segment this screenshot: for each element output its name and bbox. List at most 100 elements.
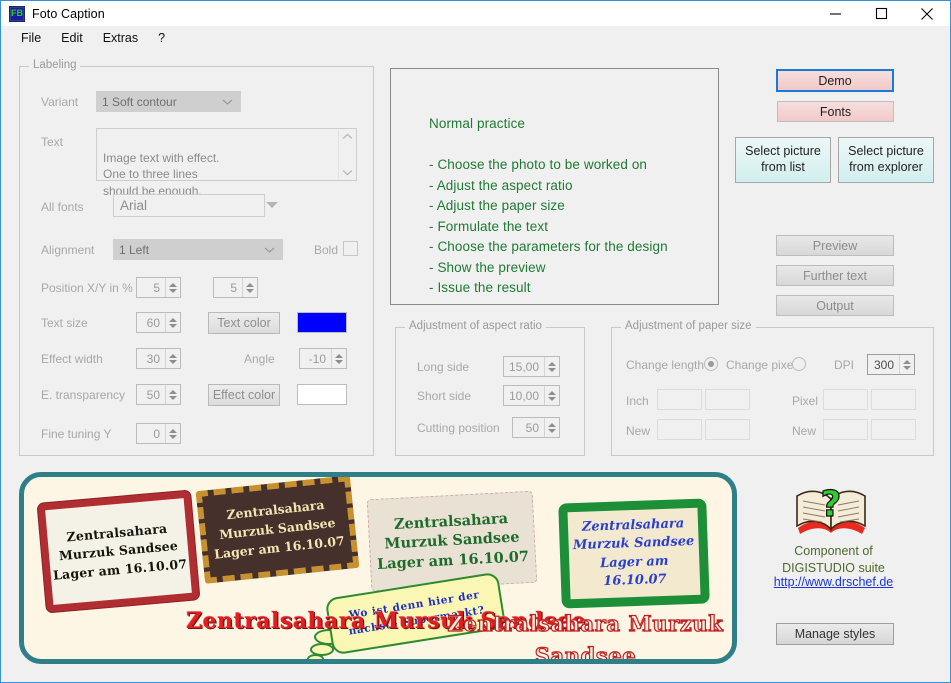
stepper-up-icon[interactable] — [548, 422, 556, 427]
dpi-stepper[interactable]: 300 — [867, 354, 915, 375]
chevron-down-icon[interactable] — [266, 202, 278, 208]
position-x-value: 5 — [153, 280, 160, 295]
change-length-radio[interactable] — [704, 357, 718, 371]
bold-checkbox[interactable] — [343, 241, 358, 256]
change-pixel-radio[interactable] — [792, 357, 806, 371]
stepper-arrows[interactable] — [544, 418, 559, 437]
inch-new-width-input[interactable] — [657, 419, 702, 440]
short-side-stepper[interactable]: 10,00 — [503, 385, 560, 406]
inch-height-input[interactable] — [705, 389, 750, 410]
angle-stepper[interactable]: -10 — [299, 348, 347, 369]
effect-color-button-label: Effect color — [212, 388, 276, 402]
text-color-button[interactable]: Text color — [208, 312, 280, 334]
text-scrollbar[interactable] — [338, 130, 355, 179]
select-picture-from-explorer-button[interactable]: Select picture from explorer — [838, 137, 934, 183]
variant-combo[interactable]: 1 Soft contour — [96, 91, 241, 112]
pixel-label: Pixel — [792, 394, 819, 408]
stepper-down-icon[interactable] — [169, 359, 177, 364]
text-color-button-label: Text color — [217, 316, 271, 330]
banner-card-green-frame: Zentralsahara Murzuk Sandsee Lager am 16… — [558, 498, 710, 609]
long-side-stepper[interactable]: 15,00 — [503, 356, 560, 377]
position-x-stepper[interactable]: 5 — [136, 277, 181, 298]
stepper-down-icon[interactable] — [246, 288, 254, 293]
stepper-up-icon[interactable] — [548, 390, 556, 395]
menu-item-extras[interactable]: Extras — [93, 29, 148, 48]
sample-banner-image[interactable]: Zentralsahara Murzuk Sandsee Lager am 16… — [19, 472, 737, 664]
stepper-down-icon[interactable] — [548, 396, 556, 401]
stepper-arrows[interactable] — [899, 355, 914, 374]
manage-styles-button[interactable]: Manage styles — [776, 623, 894, 645]
text-input[interactable]: Image text with effect. One to three lin… — [96, 128, 357, 198]
pixel-new-height-input[interactable] — [871, 419, 916, 440]
menu-item-edit[interactable]: Edit — [51, 29, 93, 48]
stepper-up-icon[interactable] — [169, 428, 177, 433]
stepper-arrows[interactable] — [165, 385, 180, 404]
stepper-up-icon[interactable] — [246, 282, 254, 287]
select-picture-from-list-button[interactable]: Select picture from list — [735, 137, 831, 183]
menu-item-file[interactable]: File — [11, 29, 51, 48]
minimize-icon[interactable] — [812, 1, 858, 27]
text-size-label: Text size — [41, 316, 88, 330]
stepper-arrows[interactable] — [331, 349, 346, 368]
aspect-ratio-group-title: Adjustment of aspect ratio — [405, 320, 546, 332]
pixel-height-input[interactable] — [871, 389, 916, 410]
cutting-position-stepper[interactable]: 50 — [512, 417, 560, 438]
inch-width-input[interactable] — [657, 389, 702, 410]
stepper-arrows[interactable] — [165, 278, 180, 297]
manage-styles-button-label: Manage styles — [794, 627, 876, 641]
long-side-value: 15,00 — [508, 359, 539, 374]
scroll-up-icon[interactable] — [342, 133, 353, 140]
effect-color-swatch[interactable] — [297, 384, 347, 405]
fonts-button[interactable]: Fonts — [777, 101, 894, 122]
further-text-button[interactable]: Further text — [776, 265, 894, 286]
inch-new-label: New — [626, 424, 651, 438]
stepper-down-icon[interactable] — [335, 359, 343, 364]
app-icon-fb: FB — [9, 5, 25, 22]
stepper-down-icon[interactable] — [169, 434, 177, 439]
speech-bubble-dot-small — [307, 654, 324, 659]
stepper-up-icon[interactable] — [335, 353, 343, 358]
position-y-stepper[interactable]: 5 — [213, 277, 258, 298]
stepper-up-icon[interactable] — [169, 317, 177, 322]
stepper-up-icon[interactable] — [169, 282, 177, 287]
pixel-new-width-input[interactable] — [823, 419, 868, 440]
maximize-icon[interactable] — [858, 1, 904, 27]
effect-transparency-stepper[interactable]: 50 — [136, 384, 181, 405]
font-combo[interactable]: Arial — [113, 194, 265, 217]
stepper-arrows[interactable] — [544, 357, 559, 376]
application-window: FB Foto Caption File Edit Extras ? Label… — [0, 0, 951, 683]
stepper-arrows[interactable] — [165, 313, 180, 332]
stepper-arrows[interactable] — [165, 349, 180, 368]
effect-width-label: Effect width — [41, 352, 103, 366]
text-color-swatch[interactable] — [297, 312, 347, 333]
text-size-stepper[interactable]: 60 — [136, 312, 181, 333]
scroll-down-icon[interactable] — [342, 169, 353, 176]
stepper-arrows[interactable] — [165, 424, 180, 443]
stepper-arrows[interactable] — [242, 278, 257, 297]
stepper-down-icon[interactable] — [548, 428, 556, 433]
stepper-down-icon[interactable] — [548, 367, 556, 372]
effect-width-stepper[interactable]: 30 — [136, 348, 181, 369]
stepper-up-icon[interactable] — [169, 353, 177, 358]
stepper-arrows[interactable] — [544, 386, 559, 405]
output-button[interactable]: Output — [776, 295, 894, 316]
close-icon[interactable] — [904, 1, 950, 27]
position-y-value: 5 — [230, 280, 237, 295]
stepper-up-icon[interactable] — [169, 389, 177, 394]
stepper-up-icon[interactable] — [903, 359, 911, 364]
alignment-combo[interactable]: 1 Left — [113, 239, 283, 260]
stepper-down-icon[interactable] — [903, 365, 911, 370]
inch-new-height-input[interactable] — [705, 419, 750, 440]
menu-item-help[interactable]: ? — [148, 29, 175, 48]
pixel-width-input[interactable] — [823, 389, 868, 410]
stepper-down-icon[interactable] — [169, 323, 177, 328]
stepper-up-icon[interactable] — [548, 361, 556, 366]
stepper-down-icon[interactable] — [169, 288, 177, 293]
website-link[interactable]: http://www.drschef.de — [751, 575, 916, 589]
preview-button[interactable]: Preview — [776, 235, 894, 256]
effect-color-button[interactable]: Effect color — [208, 384, 280, 406]
demo-button[interactable]: Demo — [776, 69, 894, 92]
angle-label: Angle — [244, 352, 275, 366]
stepper-down-icon[interactable] — [169, 395, 177, 400]
fine-tuning-stepper[interactable]: 0 — [136, 423, 181, 444]
